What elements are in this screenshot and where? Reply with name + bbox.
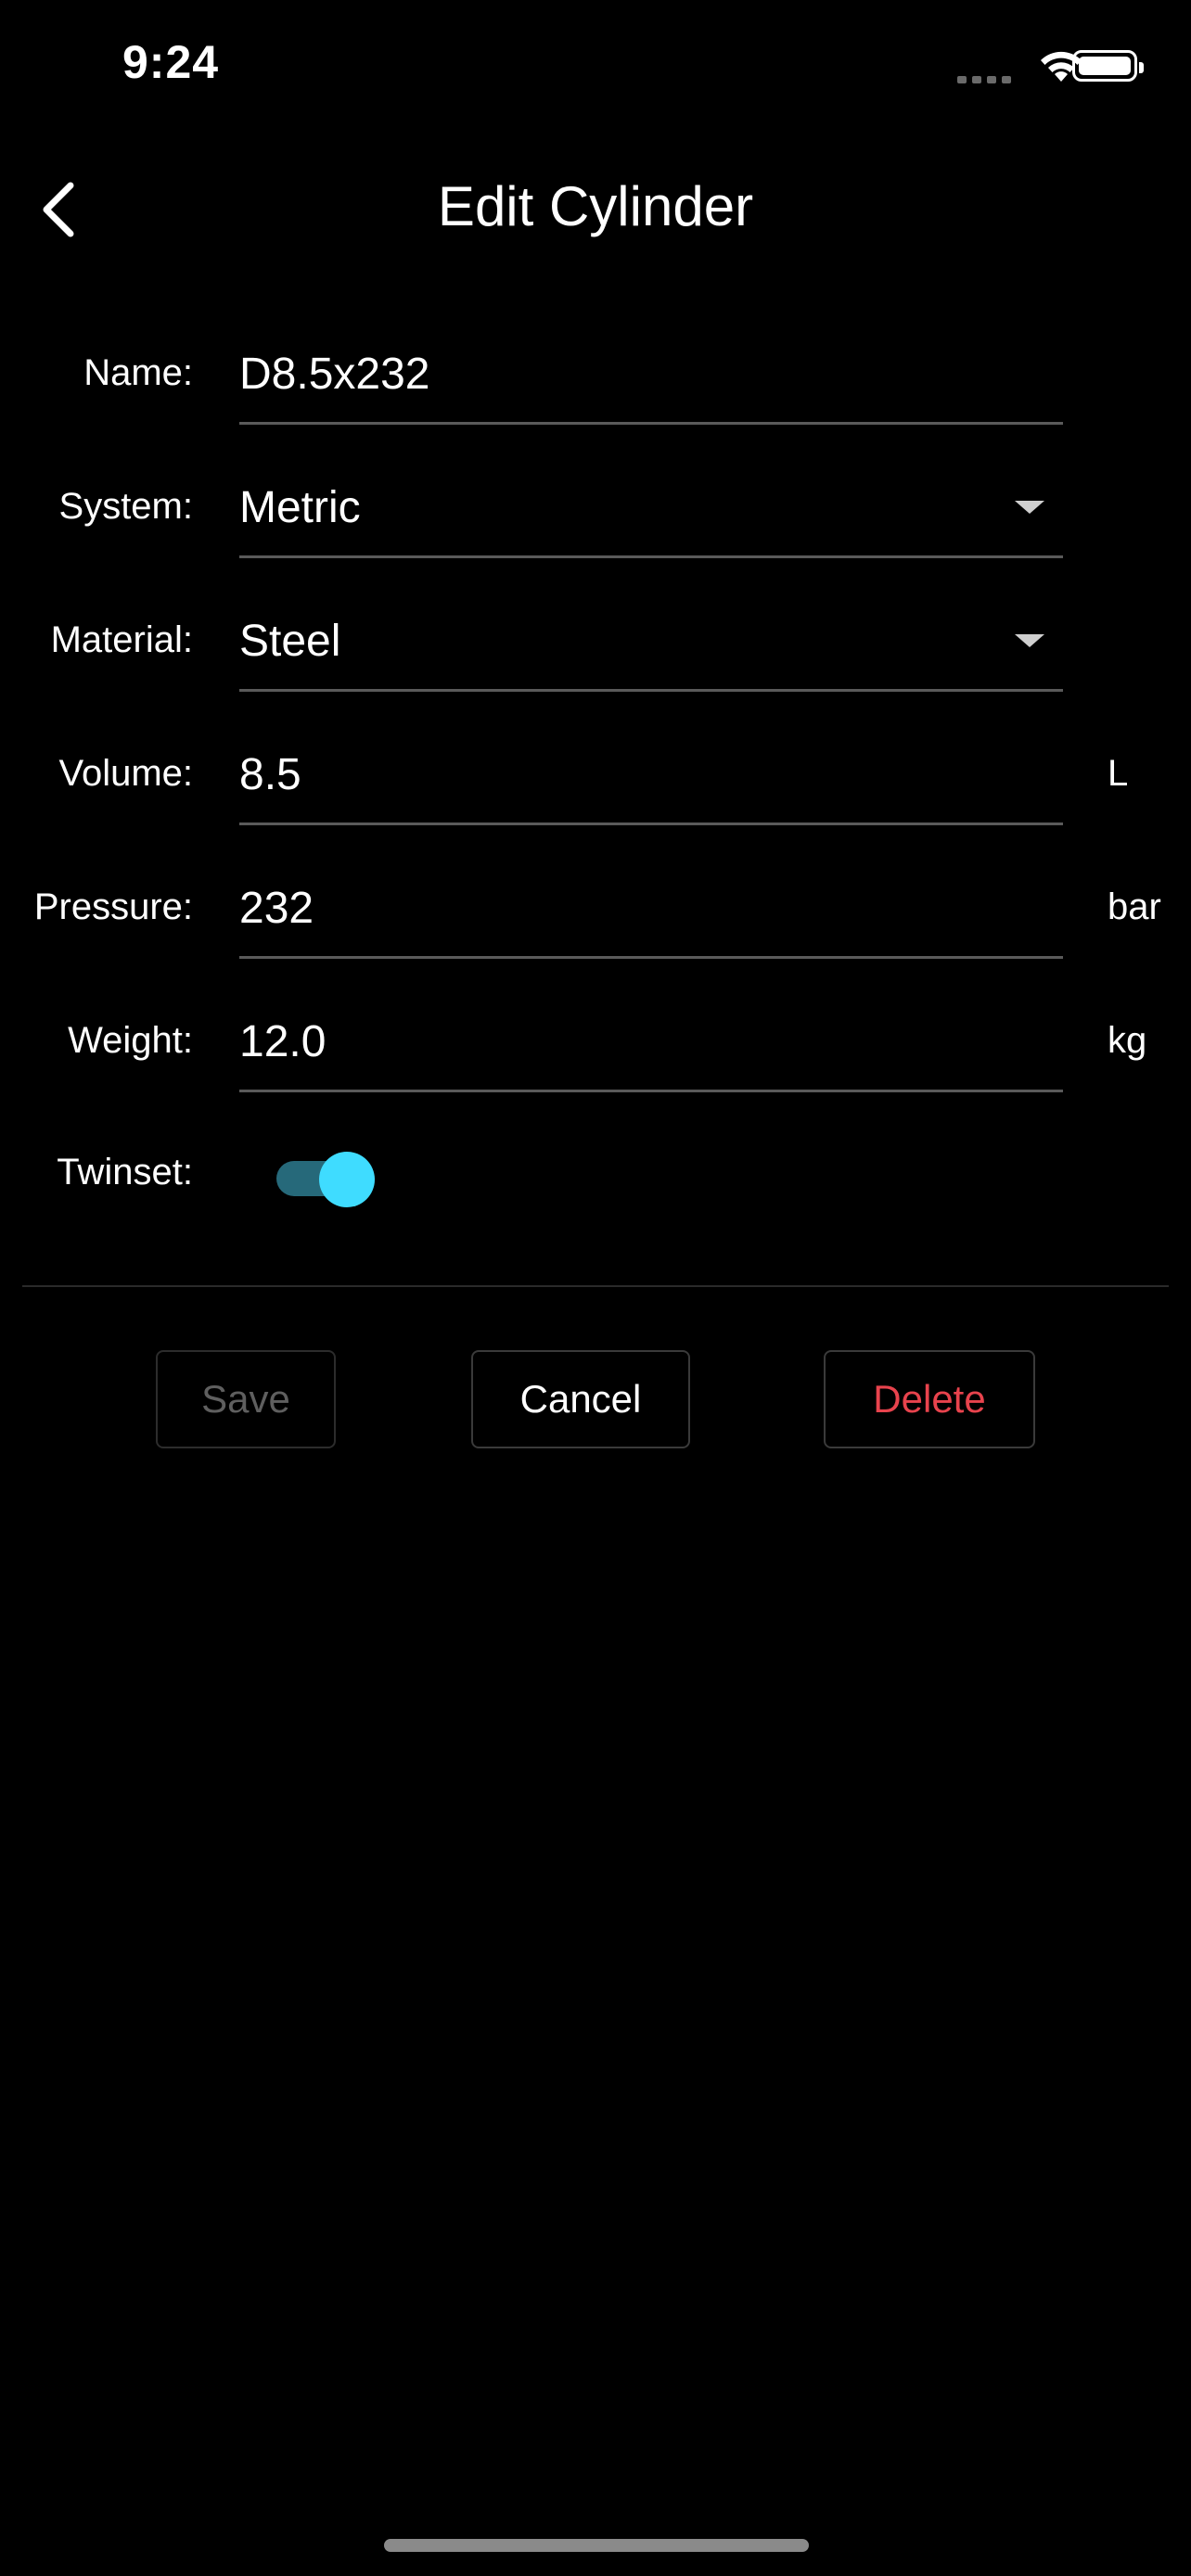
material-dropdown[interactable]: Steel [239, 595, 1063, 692]
pressure-unit: bar [1108, 886, 1161, 927]
name-value: D8.5x232 [239, 350, 430, 399]
twinset-toggle[interactable] [275, 1146, 377, 1207]
caret-down-icon [1015, 634, 1044, 647]
system-value: Metric [239, 483, 361, 532]
volume-label: Volume: [58, 753, 193, 794]
volume-field[interactable]: 8.5 [239, 729, 1063, 825]
home-indicator[interactable] [384, 2539, 809, 2552]
status-time: 9:24 [122, 36, 220, 88]
pressure-value: 232 [239, 884, 314, 933]
twinset-row: Twinset: [0, 1109, 1191, 1243]
delete-button[interactable]: Delete [824, 1350, 1035, 1448]
weight-row: Weight: 12.0 kg [0, 977, 1191, 1111]
system-dropdown[interactable]: Metric [239, 462, 1063, 558]
pressure-label: Pressure: [33, 886, 193, 927]
edit-cylinder-screen: 9:24 Edit Cylinder Name: D8.5x232 System… [0, 0, 1191, 2576]
volume-row: Volume: 8.5 L [0, 710, 1191, 844]
cancel-button[interactable]: Cancel [471, 1350, 690, 1448]
weight-label: Weight: [68, 1020, 193, 1061]
volume-value: 8.5 [239, 750, 301, 799]
divider [22, 1285, 1169, 1287]
system-label: System: [58, 486, 193, 527]
name-field[interactable]: D8.5x232 [239, 328, 1063, 425]
pressure-field[interactable]: 232 [239, 862, 1063, 959]
name-row: Name: D8.5x232 [0, 310, 1191, 443]
system-row: System: Metric [0, 443, 1191, 577]
name-label: Name: [83, 352, 193, 393]
battery-icon [1072, 50, 1144, 82]
caret-down-icon [1015, 501, 1044, 514]
material-value: Steel [239, 617, 341, 666]
toggle-knob [319, 1152, 375, 1207]
material-label: Material: [50, 619, 193, 660]
page-title: Edit Cylinder [437, 175, 754, 237]
weight-unit: kg [1108, 1020, 1147, 1061]
twinset-label: Twinset: [57, 1152, 193, 1192]
material-row: Material: Steel [0, 577, 1191, 710]
weight-field[interactable]: 12.0 [239, 996, 1063, 1092]
weight-value: 12.0 [239, 1017, 327, 1066]
cellular-signal-icon [957, 76, 1013, 83]
pressure-row: Pressure: 232 bar [0, 844, 1191, 977]
volume-unit: L [1108, 753, 1129, 794]
save-button[interactable]: Save [156, 1350, 336, 1448]
